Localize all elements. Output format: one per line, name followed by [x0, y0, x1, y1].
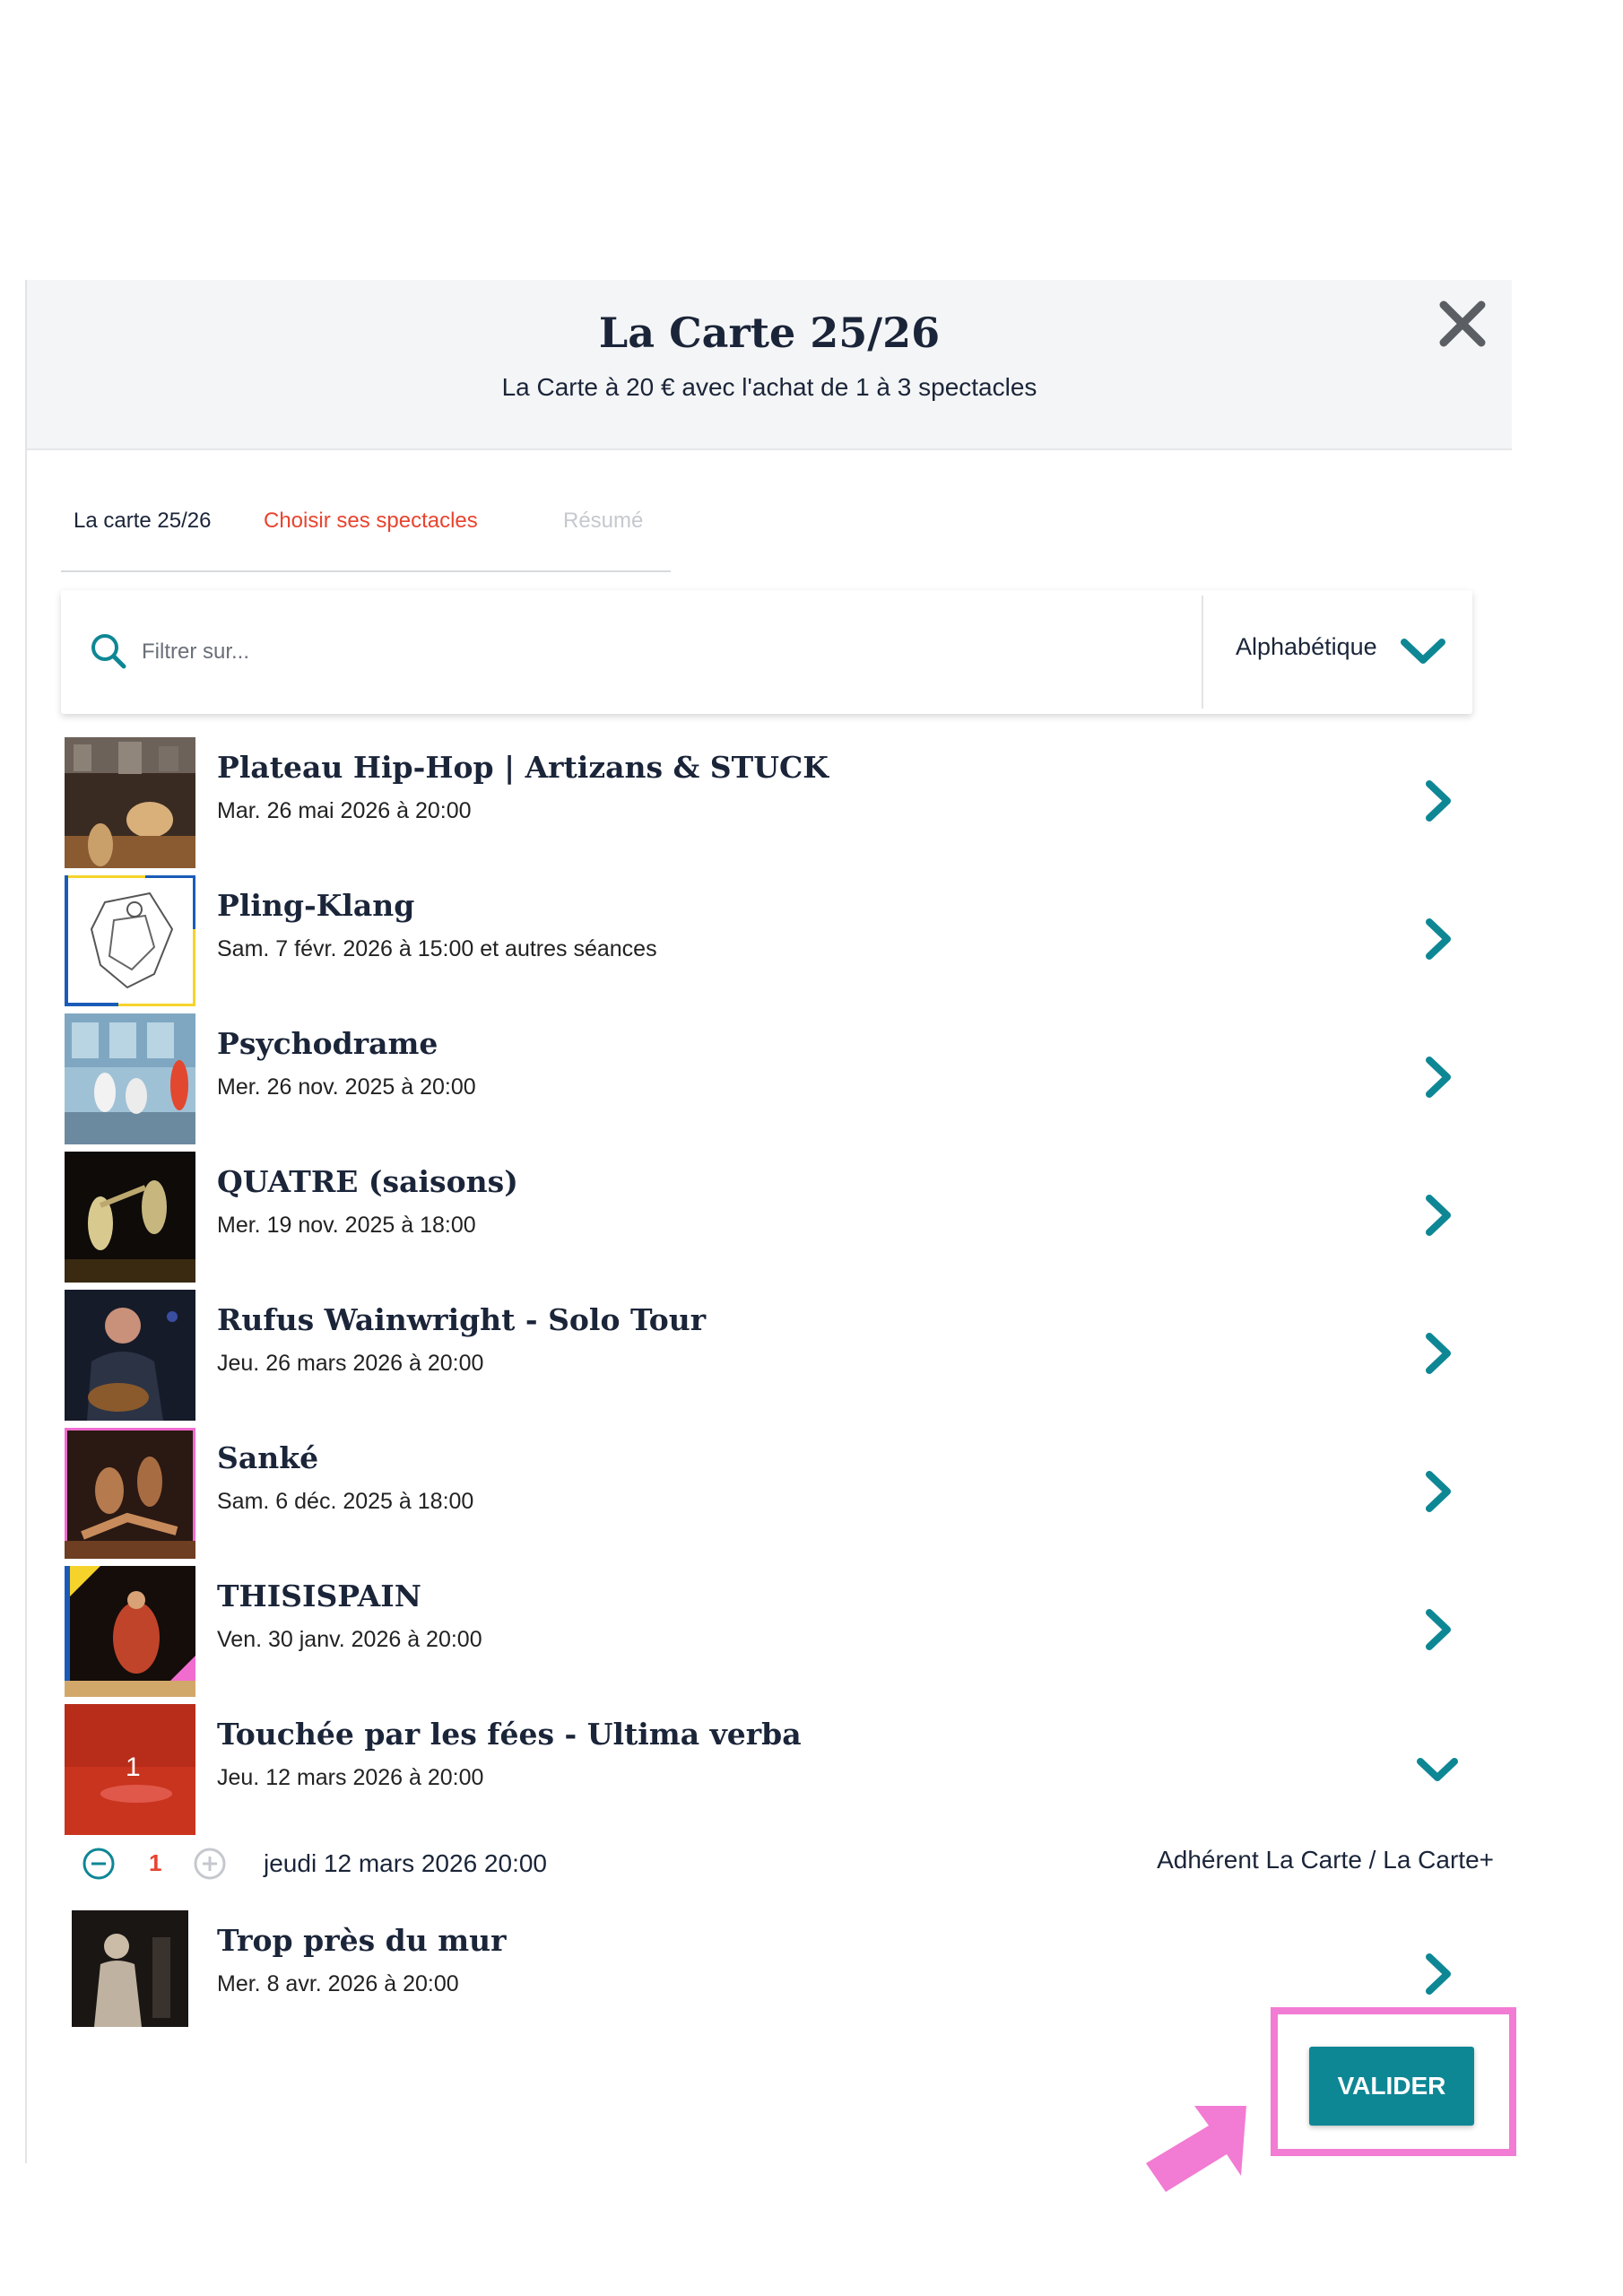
- show-thumbnail: [65, 1013, 195, 1144]
- pointer-arrow-icon: [1146, 2106, 1246, 2192]
- show-title: Pling-Klang: [217, 888, 415, 923]
- chevron-right-icon: [1426, 1471, 1451, 1512]
- show-thumbnail: [65, 737, 195, 868]
- show-title: Plateau Hip-Hop | Artizans & STUCK: [217, 750, 829, 785]
- decrease-quantity-button[interactable]: [81, 1846, 117, 1882]
- chevron-down-icon: [1401, 639, 1445, 664]
- close-button[interactable]: [1431, 292, 1494, 355]
- show-date: Mer. 19 nov. 2025 à 18:00: [217, 1213, 476, 1238]
- tab-choisir-spectacles[interactable]: Choisir ses spectacles: [264, 479, 478, 569]
- show-thumbnail: [65, 1566, 195, 1697]
- quantity-value: 1: [149, 1849, 162, 1876]
- chevron-right-icon: [1426, 918, 1451, 960]
- modal-header: La Carte 25/26 La Carte à 20 € avec l'ac…: [27, 280, 1512, 450]
- chevron-right-icon: [1426, 1333, 1451, 1374]
- show-date: Sam. 6 déc. 2025 à 18:00: [217, 1489, 474, 1514]
- chevron-right-icon: [1426, 1195, 1451, 1236]
- show-date: Jeu. 26 mars 2026 à 20:00: [217, 1351, 484, 1376]
- show-title: Touchée par les fées - Ultima verba: [217, 1717, 802, 1752]
- modal-subtitle: La Carte à 20 € avec l'achat de 1 à 3 sp…: [501, 373, 1037, 401]
- show-thumbnail: 1: [65, 1704, 195, 1835]
- list-item-sanke[interactable]: Sanké Sam. 6 déc. 2025 à 18:00: [65, 1428, 1481, 1559]
- tab-la-carte[interactable]: La carte 25/26: [74, 479, 211, 569]
- show-date: Mer. 8 avr. 2026 à 20:00: [217, 1971, 459, 1996]
- list-item-plateau-hip-hop[interactable]: Plateau Hip-Hop | Artizans & STUCK Mar. …: [65, 737, 1481, 868]
- show-thumbnail: [65, 1428, 195, 1559]
- increase-quantity-button[interactable]: [192, 1846, 228, 1882]
- list-item-rufus-wainwright[interactable]: Rufus Wainwright - Solo Tour Jeu. 26 mar…: [65, 1290, 1481, 1421]
- list-item-touchee-par-les-fees[interactable]: 1 Touchée par les fées - Ultima verba Je…: [65, 1704, 1481, 1835]
- show-title: THISISPAIN: [217, 1578, 421, 1613]
- modal: La Carte 25/26 La Carte à 20 € avec l'ac…: [25, 280, 1512, 2163]
- session-row: 1 jeudi 12 mars 2026 20:00 Adhérent La C…: [81, 1839, 1497, 1892]
- chevron-right-icon: [1426, 1057, 1451, 1098]
- tab-resume[interactable]: Résumé: [563, 479, 643, 569]
- show-date: Sam. 7 févr. 2026 à 15:00 et autres séan…: [217, 936, 657, 961]
- show-date: Ven. 30 janv. 2026 à 20:00: [217, 1627, 482, 1652]
- filter-divider: [1202, 596, 1203, 709]
- search-icon: [91, 634, 126, 669]
- sort-dropdown[interactable]: Alphabétique: [1209, 590, 1472, 714]
- validate-button[interactable]: VALIDER: [1309, 2047, 1474, 2126]
- show-title: QUATRE (saisons): [217, 1164, 518, 1199]
- list-item-thisispain[interactable]: THISISPAIN Ven. 30 janv. 2026 à 20:00: [65, 1566, 1481, 1697]
- show-title: Trop près du mur: [217, 1923, 507, 1958]
- show-date: Mar. 26 mai 2026 à 20:00: [217, 798, 472, 823]
- filter-input[interactable]: [140, 626, 1175, 678]
- chevron-right-icon: [1426, 780, 1451, 822]
- session-rate: Adhérent La Carte / La Carte+: [1157, 1846, 1494, 1874]
- list-item-trop-pres-du-mur[interactable]: Trop près du mur Mer. 8 avr. 2026 à 20:0…: [65, 1910, 1481, 2041]
- show-title: Psychodrame: [217, 1026, 438, 1061]
- show-thumbnail: [65, 1290, 195, 1421]
- show-date: Jeu. 12 mars 2026 à 20:00: [217, 1765, 484, 1790]
- chevron-down-icon: [1417, 1758, 1458, 1781]
- filter-bar: Alphabétique: [61, 590, 1472, 714]
- show-thumbnail: [72, 1910, 188, 2027]
- show-date: Mer. 26 nov. 2025 à 20:00: [217, 1074, 476, 1100]
- show-thumbnail: [65, 1152, 195, 1283]
- session-date: jeudi 12 mars 2026 20:00: [264, 1849, 547, 1877]
- list-item-psychodrame[interactable]: Psychodrame Mer. 26 nov. 2025 à 20:00: [65, 1013, 1481, 1144]
- modal-title: La Carte 25/26: [598, 309, 941, 357]
- step-tabs: La carte 25/26 Choisir ses spectacles Ré…: [61, 479, 671, 572]
- list-item-quatre-saisons[interactable]: QUATRE (saisons) Mer. 19 nov. 2025 à 18:…: [65, 1152, 1481, 1283]
- chevron-right-icon: [1426, 1953, 1451, 1995]
- show-thumbnail: [65, 875, 195, 1006]
- close-icon: [1439, 300, 1486, 347]
- show-title: Sanké: [217, 1440, 319, 1475]
- list-item-pling-klang[interactable]: Pling-Klang Sam. 7 févr. 2026 à 15:00 et…: [65, 875, 1481, 1006]
- sort-label: Alphabétique: [1236, 633, 1377, 660]
- show-title: Rufus Wainwright - Solo Tour: [217, 1302, 707, 1337]
- ticket-count-badge: 1: [126, 1752, 141, 1782]
- chevron-right-icon: [1426, 1609, 1451, 1650]
